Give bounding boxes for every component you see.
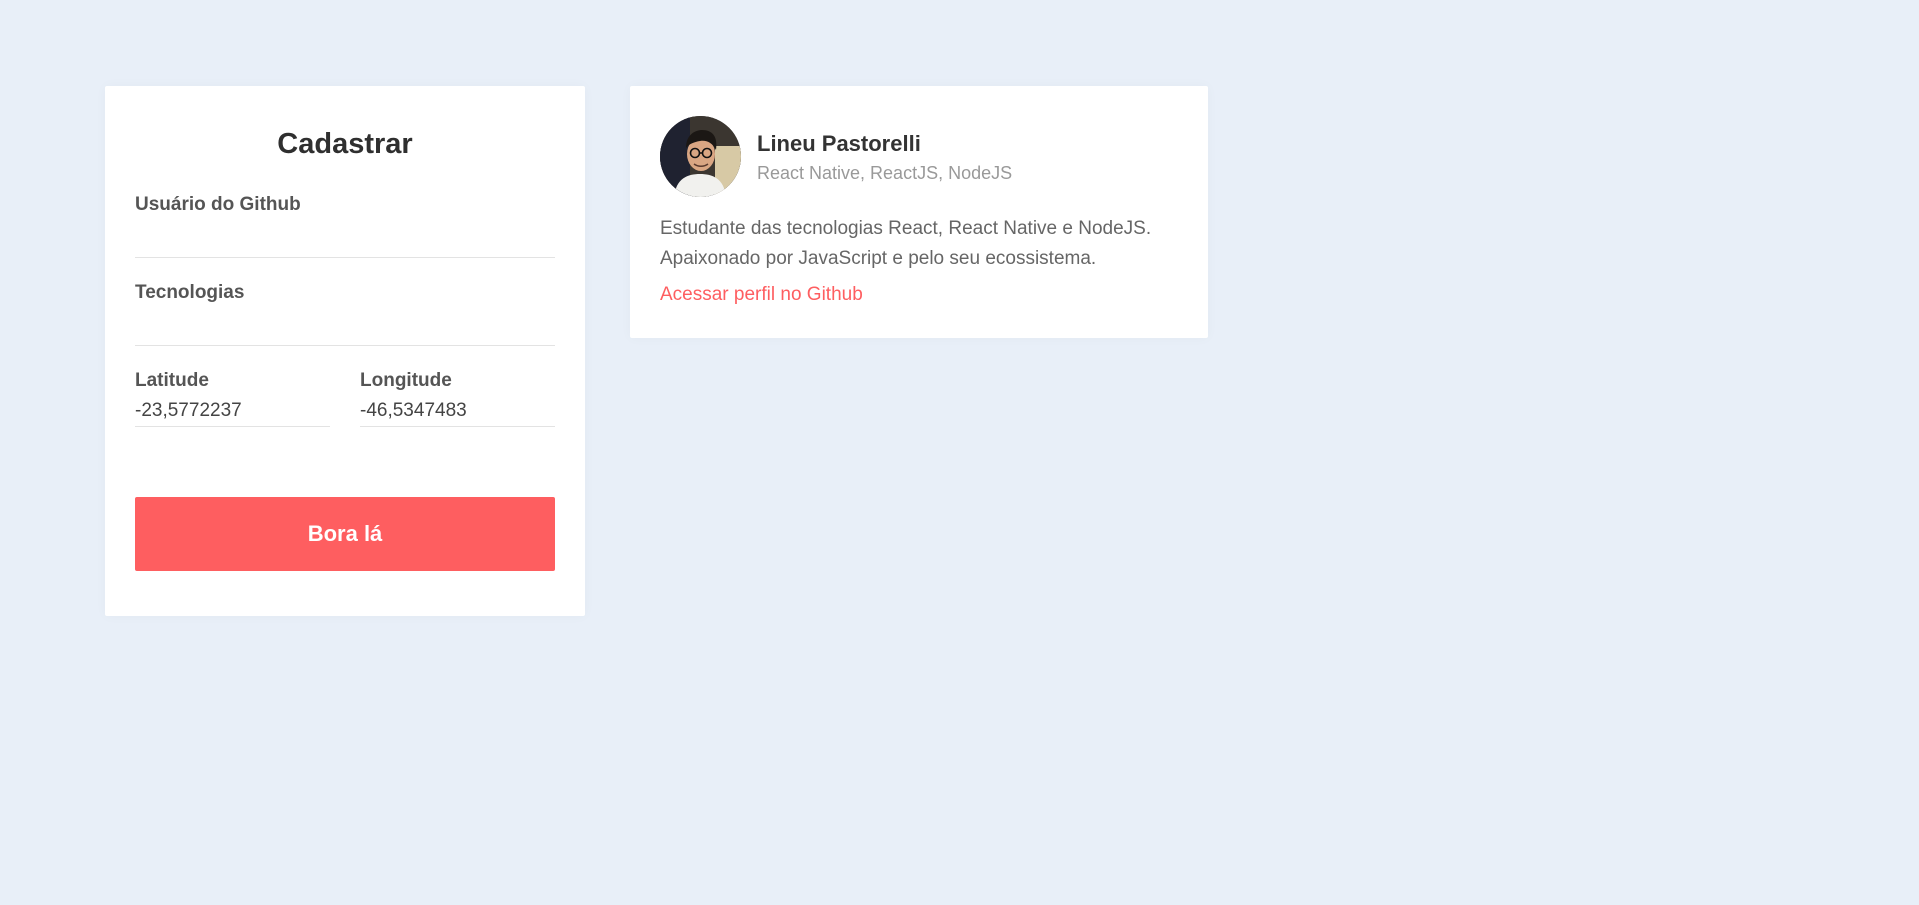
register-panel: Cadastrar Usuário do Github Tecnologias … (105, 86, 585, 616)
coordinates-row: Latitude Longitude (135, 371, 555, 452)
techs-input[interactable] (135, 302, 555, 346)
github-username-label: Usuário do Github (135, 194, 301, 215)
avatar (660, 116, 741, 197)
dev-list: Lineu Pastorelli React Native, ReactJS, … (630, 86, 1208, 338)
user-photo-icon (660, 116, 741, 197)
submit-button[interactable]: Bora lá (135, 497, 555, 571)
longitude-group: Longitude (360, 371, 555, 427)
github-username-group: Usuário do Github (135, 195, 555, 258)
user-info: Lineu Pastorelli React Native, ReactJS, … (757, 131, 1012, 181)
latitude-input[interactable] (135, 390, 330, 427)
longitude-label: Longitude (360, 370, 452, 391)
techs-group: Tecnologias (135, 283, 555, 346)
app: Cadastrar Usuário do Github Tecnologias … (0, 0, 1919, 905)
dev-header: Lineu Pastorelli React Native, ReactJS, … (660, 116, 1178, 197)
dev-item: Lineu Pastorelli React Native, ReactJS, … (630, 86, 1208, 338)
longitude-input[interactable] (360, 390, 555, 427)
dev-bio: Estudante das tecnologias React, React N… (660, 218, 1152, 269)
dev-name: Lineu Pastorelli (757, 131, 921, 157)
form-title: Cadastrar (277, 128, 413, 160)
dev-techs: React Native, ReactJS, NodeJS (757, 162, 1013, 183)
latitude-group: Latitude (135, 371, 330, 427)
register-form: Usuário do Github Tecnologias Latitude L… (135, 195, 555, 571)
github-username-input[interactable] (135, 214, 555, 258)
github-profile-link[interactable]: Acessar perfil no Github (660, 284, 863, 306)
techs-label: Tecnologias (135, 282, 245, 303)
latitude-label: Latitude (135, 370, 209, 391)
